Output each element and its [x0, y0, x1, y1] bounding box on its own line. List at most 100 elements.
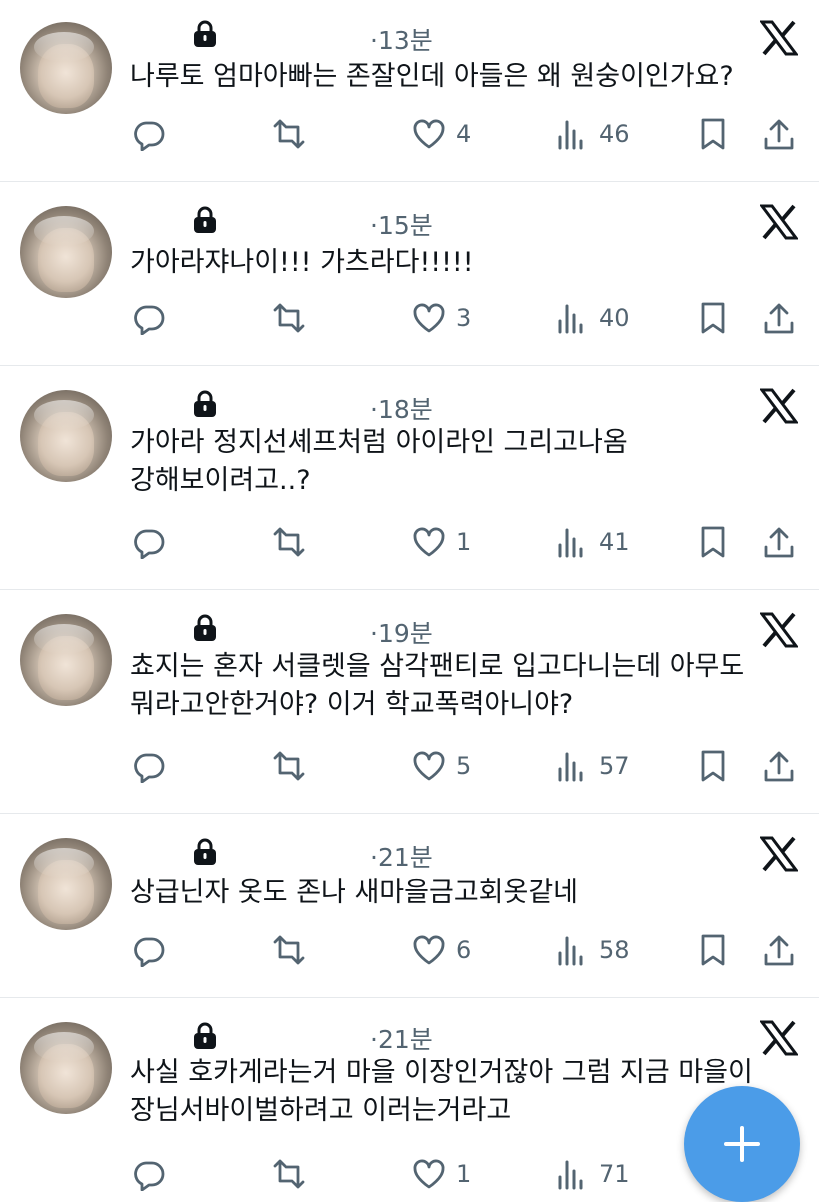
- like-count: 1: [456, 1160, 472, 1188]
- views-button[interactable]: 57: [555, 746, 630, 786]
- tweet[interactable]: ·15분 가아라쟈나이!!! 가츠라다!!!!! 3 40: [0, 182, 819, 366]
- tweet[interactable]: ·13분 나루토 엄마아빠는 존잘인데 아들은 왜 원숭이인가요? 4 46: [0, 0, 819, 182]
- like-button[interactable]: 4: [412, 114, 471, 154]
- views-icon: [558, 936, 583, 966]
- tweet-text-line: 강해보이려고..?: [130, 465, 311, 496]
- retweet-button[interactable]: [272, 930, 306, 970]
- like-count: 5: [456, 752, 472, 780]
- heart-icon: [413, 1159, 445, 1189]
- tweet-text-line: 가아라 정지선셰프처럼 아이라인 그리고나옴: [130, 427, 628, 458]
- share-button[interactable]: [762, 114, 796, 154]
- tweet-text-line: 뭐라고안한거야? 이거 학교폭력아니야?: [130, 689, 574, 720]
- tweet-time[interactable]: ·18분: [370, 390, 433, 426]
- bookmark-button[interactable]: [696, 114, 730, 154]
- retweet-button[interactable]: [272, 114, 306, 154]
- tweet-text-line: 쵸지는 혼자 서클렛을 삼각팬티로 입고다니는데 아무도: [130, 651, 745, 682]
- tweet-time[interactable]: ·13분: [370, 21, 433, 57]
- avatar[interactable]: [20, 838, 112, 930]
- share-icon: [764, 751, 794, 782]
- bookmark-icon: [701, 118, 725, 150]
- avatar[interactable]: [20, 1022, 112, 1114]
- x-logo-icon: [760, 204, 798, 240]
- like-count: 1: [456, 528, 472, 556]
- retweet-button[interactable]: [272, 522, 306, 562]
- tweet-actions: 3 40: [0, 298, 819, 338]
- avatar[interactable]: [20, 390, 112, 482]
- reply-button[interactable]: [132, 930, 166, 970]
- reply-icon: [134, 937, 165, 967]
- reply-button[interactable]: [132, 298, 166, 338]
- tweet-text: 가아라 정지선셰프처럼 아이라인 그리고나옴 강해보이려고..?: [130, 424, 810, 500]
- x-logo-icon: [760, 388, 798, 424]
- reply-icon: [134, 753, 165, 783]
- tweet[interactable]: ·18분 가아라 정지선셰프처럼 아이라인 그리고나옴 강해보이려고..? 1 …: [0, 366, 819, 590]
- retweet-button[interactable]: [272, 746, 306, 786]
- bookmark-button[interactable]: [696, 930, 730, 970]
- retweet-icon: [273, 119, 305, 149]
- like-count: 3: [456, 304, 472, 332]
- views-button[interactable]: 40: [555, 298, 630, 338]
- views-button[interactable]: 41: [555, 522, 630, 562]
- share-icon: [764, 935, 794, 966]
- lock-icon: [194, 20, 216, 47]
- bookmark-button[interactable]: [696, 522, 730, 562]
- share-button[interactable]: [762, 298, 796, 338]
- retweet-button[interactable]: [272, 1154, 306, 1194]
- views-icon: [558, 752, 583, 782]
- reply-icon: [134, 529, 165, 559]
- share-button[interactable]: [762, 522, 796, 562]
- lock-icon: [194, 838, 216, 865]
- views-icon: [558, 120, 583, 150]
- tweet-time[interactable]: ·21분: [370, 1020, 433, 1056]
- retweet-button[interactable]: [272, 298, 306, 338]
- lock-icon: [194, 614, 216, 641]
- avatar[interactable]: [20, 22, 112, 114]
- views-icon: [558, 304, 583, 334]
- views-button[interactable]: 71: [555, 1154, 630, 1194]
- tweet-time[interactable]: ·15분: [370, 206, 433, 242]
- bookmark-button[interactable]: [696, 746, 730, 786]
- share-button[interactable]: [762, 930, 796, 970]
- like-button[interactable]: 6: [412, 930, 471, 970]
- tweet-text-line: 상급닌자 옷도 존나 새마을금고회옷같네: [130, 877, 579, 908]
- x-logo-icon: [760, 836, 798, 872]
- heart-icon: [413, 527, 445, 557]
- bookmark-button[interactable]: [696, 298, 730, 338]
- x-logo-icon: [760, 612, 798, 648]
- like-count: 6: [456, 936, 472, 964]
- heart-icon: [413, 119, 445, 149]
- tweet[interactable]: ·19분 쵸지는 혼자 서클렛을 삼각팬티로 입고다니는데 아무도 뭐라고안한거…: [0, 590, 819, 814]
- heart-icon: [413, 751, 445, 781]
- views-count: 46: [599, 120, 630, 148]
- like-button[interactable]: 3: [412, 298, 471, 338]
- x-logo-icon: [760, 1020, 798, 1056]
- like-button[interactable]: 1: [412, 522, 471, 562]
- tweet-time[interactable]: ·21분: [370, 838, 433, 874]
- views-count: 57: [599, 752, 630, 780]
- views-count: 71: [599, 1160, 630, 1188]
- avatar[interactable]: [20, 206, 112, 298]
- tweet-time[interactable]: ·19분: [370, 614, 433, 650]
- reply-button[interactable]: [132, 114, 166, 154]
- reply-button[interactable]: [132, 1154, 166, 1194]
- avatar[interactable]: [20, 614, 112, 706]
- compose-button[interactable]: [684, 1086, 800, 1202]
- retweet-icon: [273, 751, 305, 781]
- views-button[interactable]: 58: [555, 930, 630, 970]
- tweet-text: 가아라쟈나이!!! 가츠라다!!!!!: [130, 244, 810, 282]
- tweet[interactable]: ·21분 상급닌자 옷도 존나 새마을금고회옷같네 6 58: [0, 814, 819, 998]
- retweet-icon: [273, 1159, 305, 1189]
- like-count: 4: [456, 120, 472, 148]
- lock-icon: [194, 1022, 216, 1049]
- share-icon: [764, 527, 794, 558]
- share-icon: [764, 119, 794, 150]
- x-logo-icon: [760, 20, 798, 56]
- tweet-text-line: 나루토 엄마아빠는 존잘인데 아들은 왜 원숭이인가요?: [130, 61, 734, 92]
- tweet-text-line: 가아라쟈나이!!! 가츠라다!!!!!: [130, 247, 474, 278]
- like-button[interactable]: 5: [412, 746, 471, 786]
- views-button[interactable]: 46: [555, 114, 630, 154]
- reply-button[interactable]: [132, 522, 166, 562]
- reply-button[interactable]: [132, 746, 166, 786]
- like-button[interactable]: 1: [412, 1154, 471, 1194]
- share-button[interactable]: [762, 746, 796, 786]
